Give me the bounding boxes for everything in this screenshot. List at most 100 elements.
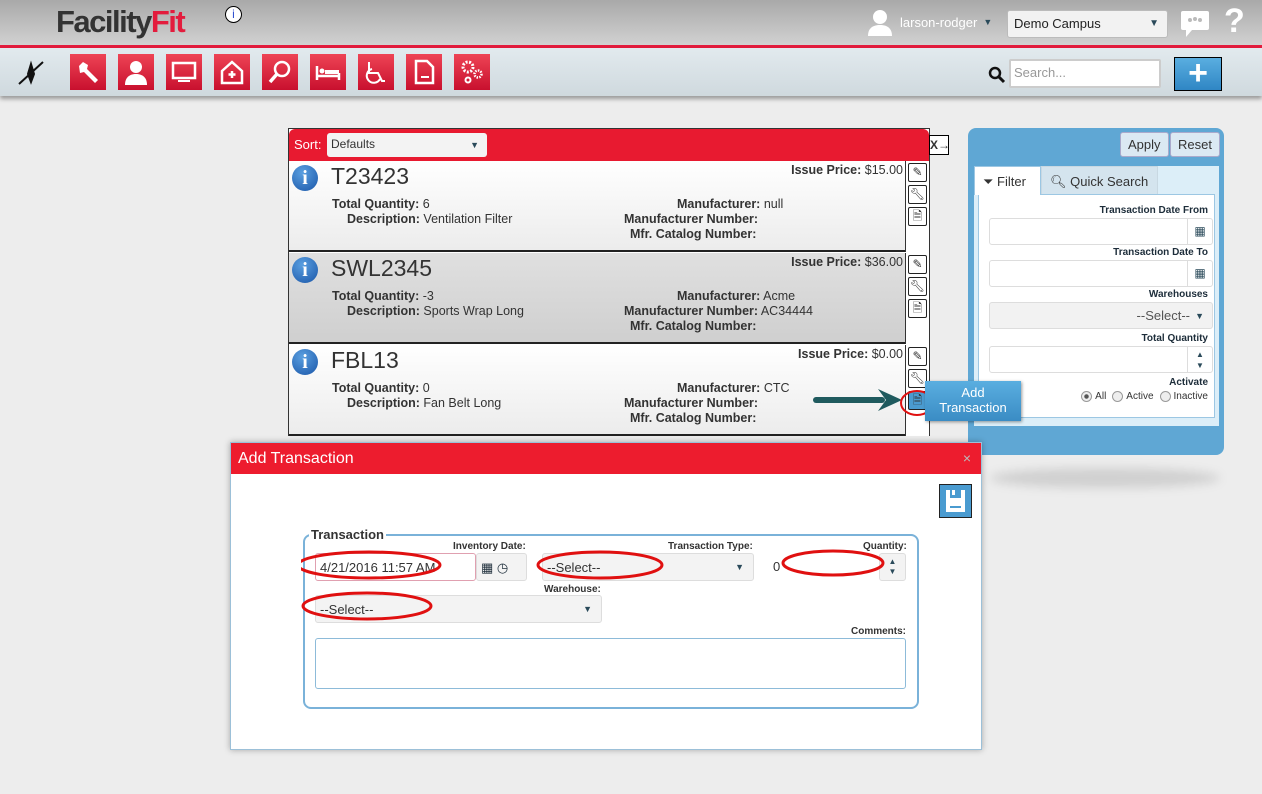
chevron-down-icon: ▼ <box>735 562 744 572</box>
sort-select[interactable]: Defaults ▼ <box>327 133 487 157</box>
chevron-down-icon: ▼ <box>983 17 993 27</box>
nav-bed[interactable] <box>310 54 346 90</box>
info-icon[interactable]: i <box>292 257 318 283</box>
pencil-icon: ✎ <box>912 257 923 271</box>
campus-select[interactable]: Demo Campus ▼ <box>1007 10 1168 38</box>
calendar-icon[interactable]: ▦ <box>1187 261 1212 286</box>
save-button[interactable] <box>939 484 972 518</box>
date-from-input[interactable]: ▦ <box>989 218 1213 245</box>
edit-button[interactable]: ✎ <box>908 163 927 182</box>
add-transaction-tooltip: Add Transaction <box>925 381 1021 421</box>
radio-activate-all[interactable]: All <box>1081 391 1106 402</box>
issue-price: Issue Price: $15.00 <box>791 163 903 177</box>
comments-label: Comments: <box>851 626 907 637</box>
collapse-panel-button[interactable]: X→ <box>929 135 950 155</box>
nav-wrench[interactable] <box>70 54 106 90</box>
reset-button[interactable]: Reset <box>1170 132 1220 157</box>
facilityfit-logo[interactable]: FacilityFit <box>56 4 186 40</box>
catalog-number: Mfr. Catalog Number: <box>630 227 757 241</box>
chevron-down-icon: ▼ <box>470 140 479 150</box>
item-code: T23423 <box>331 163 410 189</box>
total-quantity: Total Quantity: 0 <box>332 381 430 395</box>
transaction-type-label: Transaction Type: <box>668 541 753 552</box>
radio-activate-active[interactable]: Active <box>1112 391 1154 402</box>
apply-button[interactable]: Apply <box>1120 132 1169 157</box>
catalog-number: Mfr. Catalog Number: <box>630 411 757 425</box>
chat-icon[interactable] <box>1180 10 1210 38</box>
maintenance-button[interactable]: 🔧︎ <box>908 277 927 296</box>
date-from-label: Transaction Date From <box>1099 205 1208 216</box>
manufacturer: Manufacturer: Acme <box>677 289 796 303</box>
fieldset-legend: Transaction <box>311 527 384 542</box>
item-code: SWL2345 <box>331 255 433 281</box>
search-icon <box>988 66 1006 84</box>
document-icon: 🗎︎ <box>912 209 923 223</box>
nav-home[interactable] <box>214 54 250 90</box>
document-icon: 🗎︎ <box>912 301 923 315</box>
funnel-icon: ⏷ <box>983 174 994 189</box>
maintenance-button[interactable]: 🔧︎ <box>908 185 927 204</box>
chevron-down-icon: ▼ <box>1195 311 1204 321</box>
transaction-type-select[interactable]: --Select-- ▼ <box>542 553 754 581</box>
inventory-date-input[interactable]: 4/21/2016 11:57 AM <box>315 553 476 581</box>
warehouse-select[interactable]: --Select-- ▼ <box>315 595 602 623</box>
nav-search[interactable] <box>262 54 298 90</box>
search-input[interactable]: Search... <box>1009 59 1161 88</box>
pencil-icon: ✎ <box>912 165 923 179</box>
manufacturer-number: Manufacturer Number: <box>624 396 759 410</box>
quantity-input[interactable]: 0 <box>769 553 879 581</box>
inventory-row[interactable]: i T23423 Issue Price: $15.00 Total Quant… <box>289 161 905 252</box>
description: Description: Ventilation Filter <box>347 212 513 226</box>
chevron-down-icon: ▼ <box>1149 18 1159 29</box>
wrench-icon: 🔧︎ <box>909 371 926 385</box>
nav-monitor[interactable] <box>166 54 202 90</box>
issue-price: Issue Price: $0.00 <box>798 347 903 361</box>
nav-user[interactable] <box>118 54 154 90</box>
date-time-addon: ▦ ◷ <box>476 553 527 581</box>
user-menu[interactable]: larson-rodger ▼ <box>866 8 992 36</box>
edit-button[interactable]: ✎ <box>908 347 927 366</box>
username: larson-rodger <box>900 14 978 30</box>
dialog-title: Add Transaction <box>231 443 981 474</box>
total-quantity-label: Total Quantity <box>1141 333 1208 344</box>
user-avatar-icon <box>868 10 892 36</box>
warehouses-select[interactable]: --Select-- ▼ <box>989 302 1213 329</box>
manufacturer: Manufacturer: null <box>677 197 784 211</box>
quantity-spinner[interactable]: ▲ ▼ <box>879 553 906 581</box>
add-transaction-button[interactable]: 🗎︎ <box>908 299 927 318</box>
nav-settings[interactable] <box>454 54 490 90</box>
spinner-icon[interactable]: ▲ ▼ <box>1187 347 1212 372</box>
wrench-icon: 🔧︎ <box>909 279 926 293</box>
close-icon[interactable]: × <box>963 450 971 466</box>
warehouses-label: Warehouses <box>1148 289 1208 300</box>
manufacturer-number: Manufacturer Number: <box>624 212 759 226</box>
wrench-icon <box>79 62 98 83</box>
issue-price: Issue Price: $36.00 <box>791 255 903 269</box>
compass-icon[interactable] <box>17 60 45 86</box>
add-button[interactable]: + <box>1174 56 1222 91</box>
info-icon[interactable]: i <box>292 349 318 375</box>
pencil-icon: ✎ <box>912 349 923 363</box>
date-to-input[interactable]: ▦ <box>989 260 1213 287</box>
info-icon[interactable]: i <box>225 6 242 23</box>
radio-activate-inactive[interactable]: Inactive <box>1159 391 1208 402</box>
add-transaction-button[interactable]: 🗎︎ <box>908 207 927 226</box>
calendar-icon[interactable]: ▦ <box>1187 219 1212 244</box>
arrow-annotation <box>813 389 902 411</box>
tab-filter[interactable]: ⏷ Filter <box>974 166 1041 195</box>
edit-button[interactable]: ✎ <box>908 255 927 274</box>
nav-document[interactable] <box>406 54 442 90</box>
wrench-icon: 🔧︎ <box>909 187 926 201</box>
tab-quick-search[interactable]: 🔍︎ Quick Search <box>1041 166 1158 195</box>
clock-icon[interactable]: ◷ <box>497 560 508 575</box>
list-header: Sort: Defaults ▼ <box>289 129 929 161</box>
help-icon[interactable]: ? <box>1224 2 1245 41</box>
nav-accessibility[interactable] <box>358 54 394 90</box>
info-icon[interactable]: i <box>292 165 318 191</box>
catalog-number: Mfr. Catalog Number: <box>630 319 757 333</box>
manufacturer-number: Manufacturer Number: AC34444 <box>624 304 813 318</box>
inventory-row[interactable]: i SWL2345 Issue Price: $36.00 Total Quan… <box>289 253 905 344</box>
calendar-icon[interactable]: ▦ <box>481 560 493 575</box>
total-quantity-input[interactable]: ▲ ▼ <box>989 346 1213 373</box>
comments-textarea[interactable] <box>315 638 906 689</box>
